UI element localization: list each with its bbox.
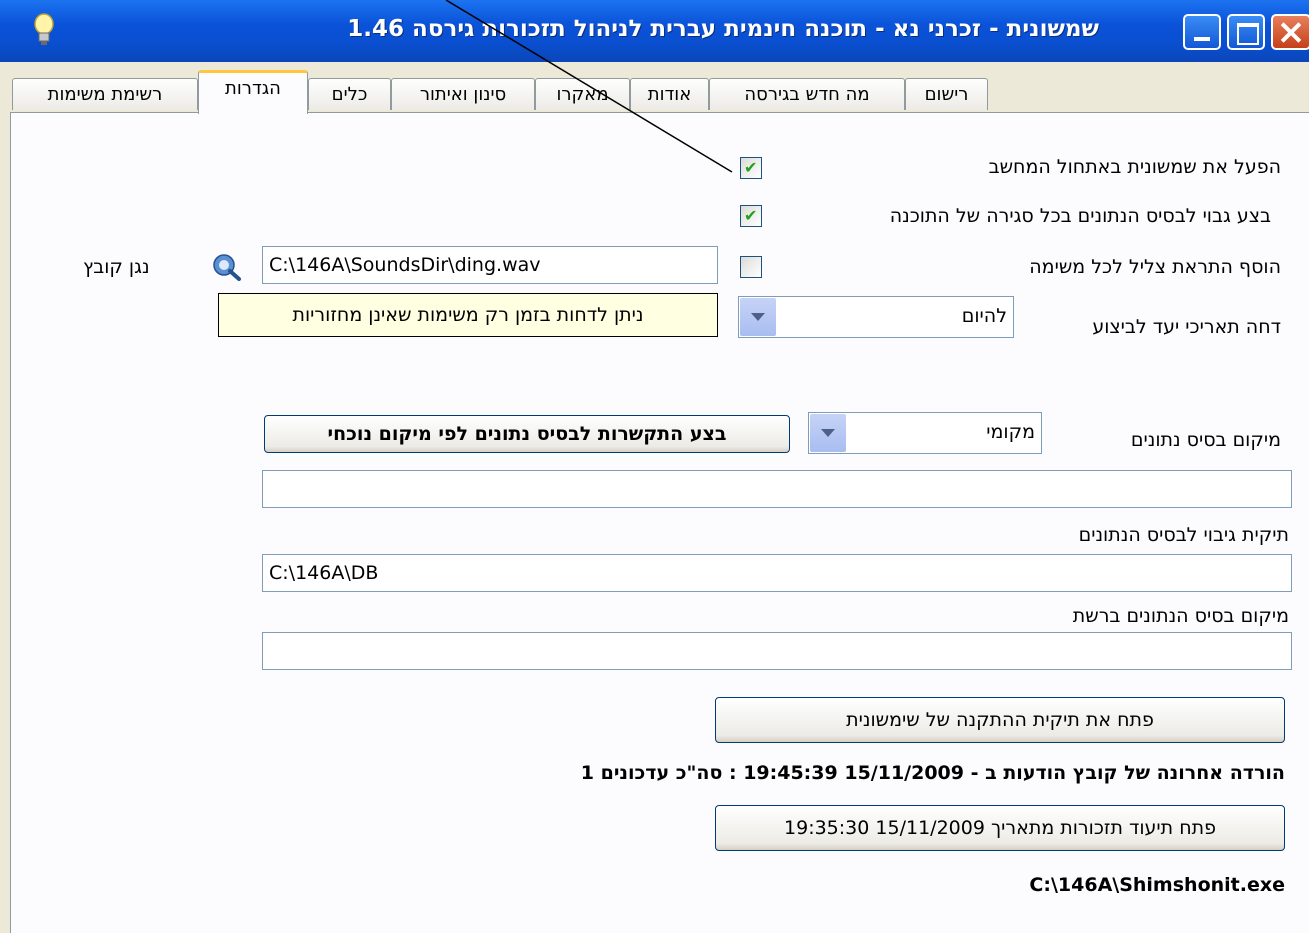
maximize-button[interactable] <box>1227 14 1265 50</box>
postpone-tooltip: ניתן לדחות בזמן רק משימות שאינן מחזוריות <box>218 293 718 337</box>
tab-filter-search[interactable]: סינון ואיתור <box>391 78 535 110</box>
tab-tools[interactable]: כלים <box>308 78 391 110</box>
sound-file-input[interactable]: C:\146A\SoundsDir\ding.wav <box>262 246 718 284</box>
check-mark-icon: ✔ <box>744 206 758 225</box>
close-button[interactable] <box>1271 14 1309 50</box>
window-title: שמשונית - זכרני נא - תוכנה חינמית עברית … <box>347 16 1099 42</box>
db-location-value: מקומי <box>986 421 1035 443</box>
autostart-checkbox[interactable]: ✔ <box>740 157 762 179</box>
last-download-text: הורדה אחרונה של קובץ הודעות ב - 15/11/20… <box>580 762 1285 784</box>
db-location-path-input[interactable] <box>262 470 1292 508</box>
postpone-label: דחה תאריכי יעד לביצוע <box>1092 316 1281 338</box>
backup-folder-input[interactable]: C:\146A\DB <box>262 554 1292 592</box>
open-install-folder-button[interactable]: פתח את תיקית ההתקנה של שימשונית <box>715 697 1285 743</box>
backup-on-close-checkbox[interactable]: ✔ <box>740 205 762 227</box>
postpone-select[interactable]: להיום <box>738 296 1014 338</box>
connect-db-button[interactable]: בצע התקשרות לבסיס נתונים לפי מיקום נוכחי <box>264 415 790 453</box>
app-window: שמשונית - זכרני נא - תוכנה חינמית עברית … <box>0 0 1309 933</box>
db-location-select[interactable]: מקומי <box>808 412 1042 454</box>
network-db-input[interactable] <box>262 632 1292 670</box>
backup-folder-label: תיקית גיבוי לבסיס הנתונים <box>1078 524 1289 546</box>
db-location-label: מיקום בסיס נתונים <box>1130 429 1281 451</box>
title-bar[interactable]: שמשונית - זכרני נא - תוכנה חינמית עברית … <box>0 0 1309 62</box>
sound-alert-label: הוסף התראת צליל לכל משימה <box>1029 256 1281 278</box>
sound-search-icon[interactable] <box>210 251 242 281</box>
postpone-value: להיום <box>961 305 1007 327</box>
network-db-label: מיקום בסיס הנתונים ברשת <box>1072 605 1289 627</box>
exe-path-text: C:\146A\Shimshonit.exe <box>1029 874 1285 896</box>
tab-settings[interactable]: הגדרות <box>198 70 308 114</box>
minimize-button[interactable] <box>1183 14 1221 50</box>
backup-on-close-label: בצע גבוי לבסיס הנתונים בכל סגירה של התוכ… <box>889 205 1271 227</box>
tab-macro[interactable]: מאקרו <box>535 78 630 110</box>
open-reminders-log-button[interactable]: פתח תיעוד תזכורות מתאריך 15/11/2009 19:3… <box>715 805 1285 851</box>
bulb-icon[interactable] <box>24 10 64 50</box>
chevron-down-icon[interactable] <box>740 298 776 336</box>
tab-about[interactable]: אודות <box>630 78 709 110</box>
sound-alert-checkbox[interactable] <box>740 256 762 278</box>
tab-registration[interactable]: רישום <box>905 78 988 110</box>
autostart-label: הפעל את שמשונית באתחול המחשב <box>988 156 1281 178</box>
sound-file-label: נגן קובץ <box>83 256 150 278</box>
tab-task-list[interactable]: רשימת משימות <box>12 78 198 110</box>
chevron-down-icon[interactable] <box>810 414 846 452</box>
check-mark-icon: ✔ <box>744 158 758 177</box>
tab-whats-new[interactable]: מה חדש בגירסה <box>709 78 905 110</box>
